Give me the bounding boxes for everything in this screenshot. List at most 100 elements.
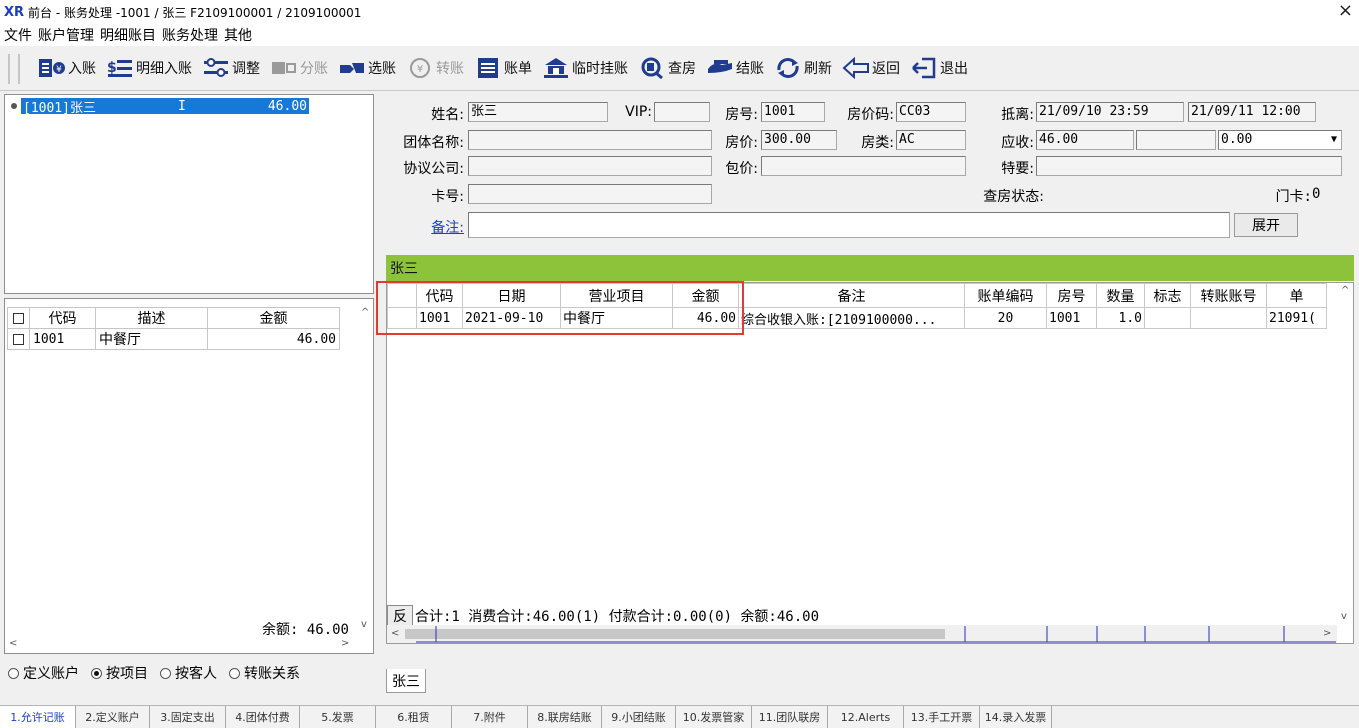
vip-field[interactable] — [654, 102, 710, 122]
radio-circle[interactable] — [8, 667, 19, 679]
bill-header-transfer[interactable]: 转账账号 — [1190, 283, 1267, 308]
exit-button[interactable]: 退出 — [908, 50, 976, 86]
bill-detail-grid[interactable]: 代码 日期 营业项目 金额 备注 账单编码 房号 数量 标志 转账账号 单 10… — [386, 282, 1354, 644]
check-room-button[interactable]: 查房 — [636, 50, 704, 86]
fkey-11[interactable]: 11.团队联房 — [752, 706, 828, 728]
fkey-4[interactable]: 4.团体付费 — [226, 706, 300, 728]
select-bill-button[interactable]: 选账 — [336, 50, 404, 86]
bill-header-qty[interactable]: 数量 — [1096, 283, 1145, 308]
select-all-checkbox[interactable] — [13, 312, 24, 324]
chevron-down-icon[interactable]: ▼ — [1331, 131, 1337, 149]
scroll-down-icon[interactable]: v — [1341, 611, 1347, 622]
radio-circle[interactable] — [229, 667, 240, 679]
reverse-button[interactable]: 反 — [387, 605, 413, 627]
header-code[interactable]: 代码 — [29, 307, 96, 329]
back-button[interactable]: 返回 — [840, 50, 908, 86]
account-tree[interactable]: [1001]张三 I 46.00 — [4, 94, 374, 294]
select-all-cell[interactable] — [7, 307, 30, 329]
arrival-field[interactable]: 21/09/10 23:59 — [1036, 102, 1184, 122]
bill-header-amount[interactable]: 金额 — [672, 283, 739, 308]
detail-entry-button[interactable]: $ 明细入账 — [104, 50, 200, 86]
fkey-13[interactable]: 13.手工开票 — [904, 706, 980, 728]
fkey-2[interactable]: 2.定义账户 — [76, 706, 150, 728]
title-bar: XR 前台 - 账务处理 -1001 / 张三 F2109100001 / 21… — [0, 0, 1359, 24]
bill-header-code[interactable]: 代码 — [416, 283, 463, 308]
name-field[interactable]: 张三 — [468, 102, 608, 122]
close-icon[interactable]: × — [1338, 0, 1353, 21]
item-list-horizontal-scrollbar[interactable]: < > — [5, 635, 357, 653]
scroll-up-icon[interactable]: ^ — [361, 307, 369, 318]
scroll-up-icon[interactable]: ^ — [1341, 285, 1349, 296]
package-field[interactable] — [761, 156, 966, 176]
bill-header-bill-code[interactable]: 账单编码 — [964, 283, 1047, 308]
fkey-9[interactable]: 9.小团结账 — [602, 706, 676, 728]
card-field[interactable] — [468, 184, 712, 204]
receivable-field[interactable]: 46.00 — [1036, 130, 1134, 150]
table-row[interactable]: 1001 2021-09-10 中餐厅 46.00 综合收银入账:[210910… — [387, 307, 1327, 329]
bill-header-unit[interactable]: 单 — [1266, 283, 1327, 308]
menu-file[interactable]: 文件 — [4, 25, 32, 45]
group-field[interactable] — [468, 130, 712, 150]
fkey-7[interactable]: 7.附件 — [452, 706, 528, 728]
item-list-vertical-scrollbar[interactable]: ^ v — [357, 305, 373, 631]
account-tree-item[interactable]: [1001]张三 I 46.00 — [11, 98, 309, 116]
fkey-1[interactable]: 1.允许记账 — [0, 706, 76, 728]
adjust-button[interactable]: 调整 — [200, 50, 268, 86]
fkey-6[interactable]: 6.租赁 — [376, 706, 452, 728]
fkey-5[interactable]: 5.发票 — [300, 706, 376, 728]
company-field[interactable] — [468, 156, 712, 176]
special-field[interactable] — [1036, 156, 1342, 176]
radio-circle-selected[interactable] — [91, 667, 102, 679]
bill-header-date[interactable]: 日期 — [462, 283, 561, 308]
departure-field[interactable]: 21/09/11 12:00 — [1188, 102, 1316, 122]
fkey-10[interactable]: 10.发票管家 — [676, 706, 752, 728]
expand-button[interactable]: 展开 — [1234, 213, 1298, 237]
radio-by-item[interactable]: 按项目 — [91, 663, 148, 683]
checkout-button[interactable]: 结账 — [704, 50, 772, 86]
fkey-8[interactable]: 8.联房结账 — [528, 706, 602, 728]
bill-button[interactable]: 账单 — [472, 50, 540, 86]
selected-account[interactable]: [1001]张三 I 46.00 — [21, 98, 309, 116]
bill-grid-vertical-scrollbar[interactable]: ^ v — [1337, 283, 1353, 627]
radio-circle[interactable] — [160, 667, 171, 679]
menu-billing[interactable]: 账务处理 — [162, 25, 218, 45]
radio-by-guest[interactable]: 按客人 — [160, 663, 217, 683]
radio-transfer-relation[interactable]: 转账关系 — [229, 663, 300, 683]
fkey-3[interactable]: 3.固定支出 — [150, 706, 226, 728]
fkey-12[interactable]: 12.Alerts — [828, 706, 904, 728]
table-row[interactable]: 1001 中餐厅 46.00 — [7, 328, 340, 350]
temp-charge-button[interactable]: 临时挂账 — [540, 50, 636, 86]
menu-detail-accounts[interactable]: 明细账目 — [100, 25, 156, 45]
guest-name-strip: 张三 — [386, 255, 1354, 281]
bill-header-flag[interactable]: 标志 — [1144, 283, 1191, 308]
post-entry-button[interactable]: ¥ 入账 — [36, 50, 104, 86]
receivable-dropdown-value: 0.00 — [1221, 132, 1253, 147]
bill-header-remark[interactable]: 备注 — [738, 283, 965, 308]
menu-account-management[interactable]: 账户管理 — [38, 25, 94, 45]
row-check-cell[interactable] — [7, 328, 30, 350]
transfer-button[interactable]: ¥ 转账 — [404, 50, 472, 86]
room-field[interactable]: 1001 — [761, 102, 825, 122]
split-bill-button[interactable]: 分账 — [268, 50, 336, 86]
menu-other[interactable]: 其他 — [224, 25, 252, 45]
scroll-left-icon[interactable]: < — [9, 638, 17, 649]
row-checkbox[interactable] — [13, 333, 24, 345]
scroll-right-icon[interactable]: > — [341, 638, 349, 649]
remark-link[interactable]: 备注: — [404, 217, 464, 237]
scroll-down-icon[interactable]: v — [361, 619, 367, 630]
bill-header-room[interactable]: 房号 — [1046, 283, 1097, 308]
header-desc[interactable]: 描述 — [95, 307, 208, 329]
receivable-dropdown[interactable]: 0.00 ▼ — [1218, 130, 1342, 150]
receivable-field-2[interactable] — [1136, 130, 1216, 150]
remark-field[interactable] — [468, 212, 1230, 238]
refresh-button[interactable]: 刷新 — [772, 50, 840, 86]
rate-field[interactable]: 300.00 — [761, 130, 837, 150]
fkey-14[interactable]: 14.录入发票 — [980, 706, 1052, 728]
radio-define-account[interactable]: 定义账户 — [8, 663, 79, 683]
rate-code-field[interactable]: CC03 — [896, 102, 966, 122]
header-amount[interactable]: 金额 — [207, 307, 340, 329]
room-type-field[interactable]: AC — [896, 130, 966, 150]
bill-header-item[interactable]: 营业项目 — [560, 283, 673, 308]
guest-tab[interactable]: 张三 — [386, 669, 426, 693]
item-summary-list[interactable]: 代码 描述 金额 1001 中餐厅 46.00 ^ v 余额: 46.00 < … — [4, 298, 374, 654]
